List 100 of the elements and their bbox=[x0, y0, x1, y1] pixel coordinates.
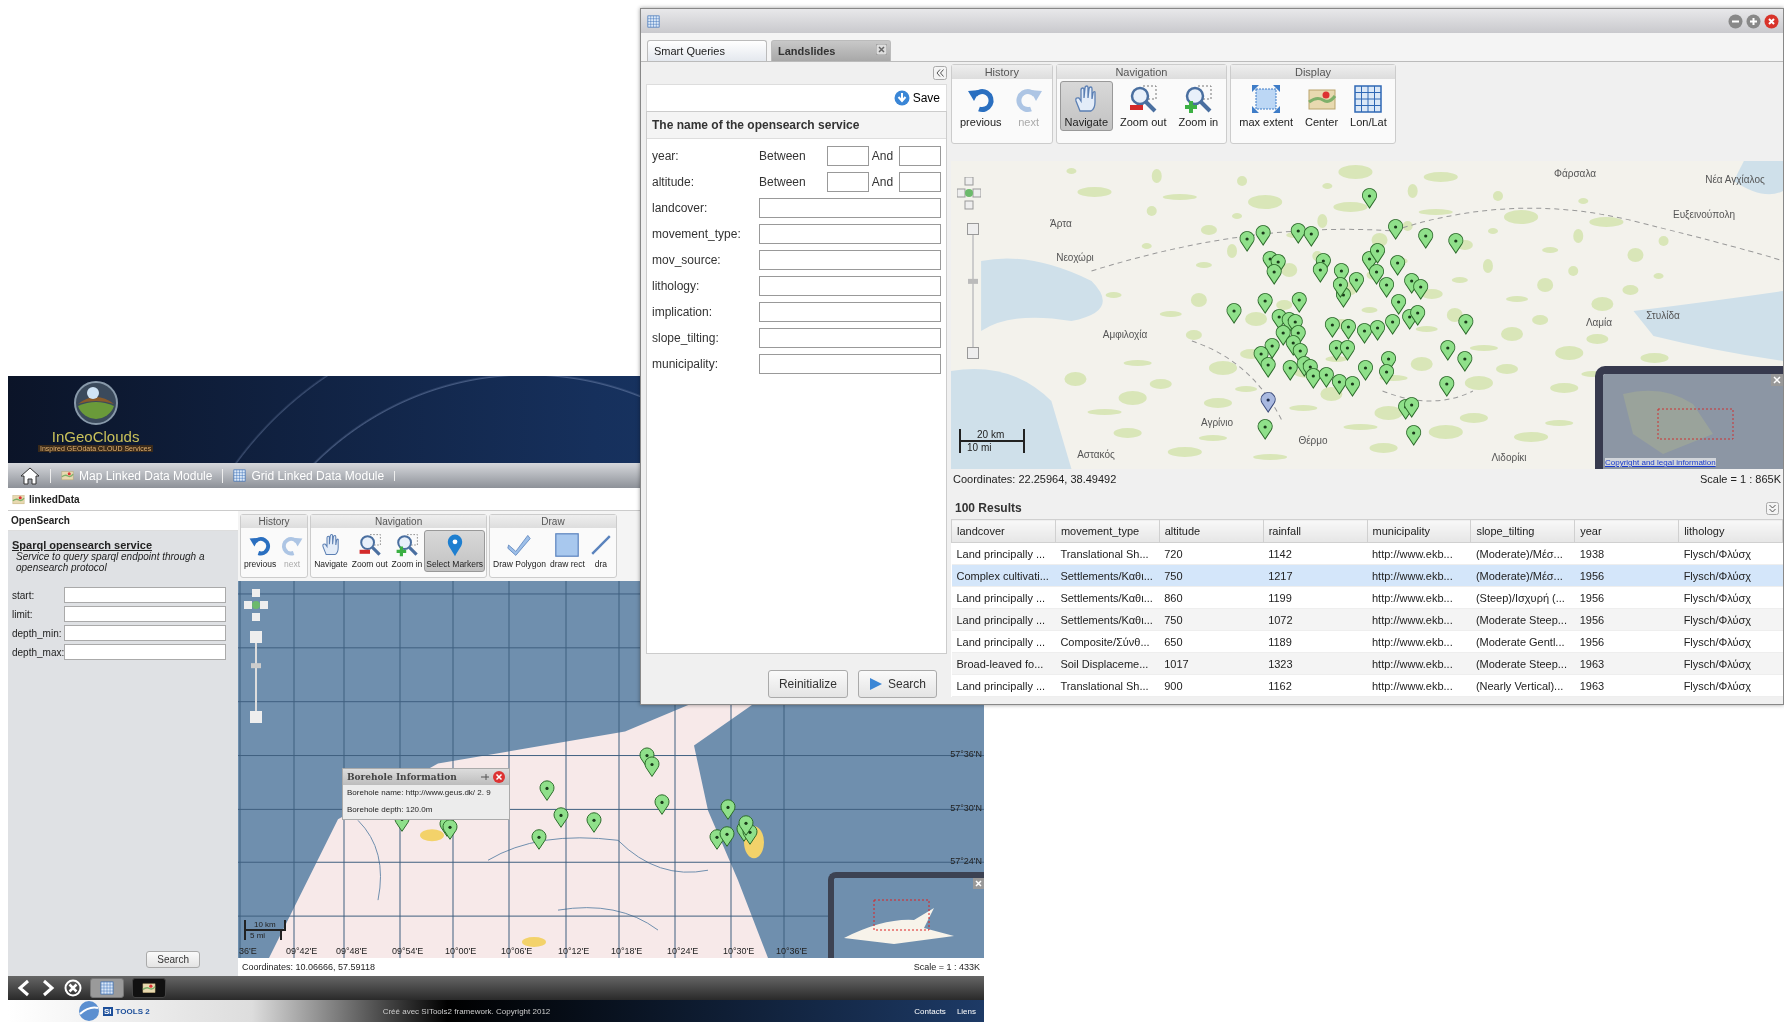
longitude-label: 10°12'E bbox=[558, 946, 590, 956]
field-label: implication: bbox=[652, 305, 714, 319]
table-cell: Settlements/Καθι... bbox=[1055, 564, 1160, 587]
scale-bar: 10 mi bbox=[959, 442, 1025, 453]
table-cell: 1956 bbox=[1574, 586, 1679, 609]
table-cell: 860 bbox=[1159, 586, 1264, 609]
panel-tab[interactable]: linkedData bbox=[29, 493, 80, 505]
toolbar-button[interactable]: Zoom out bbox=[1115, 81, 1172, 131]
logo-text: TOOLS 2 bbox=[115, 1006, 150, 1016]
longitude-label: 09°48'E bbox=[336, 946, 368, 956]
field-label: municipality: bbox=[652, 357, 720, 371]
toolbar-group-title: Draw bbox=[490, 515, 616, 528]
table-row[interactable]: Land principally ... Settlements/Καθι... 750 1072 http://www.ekb... (Moderate Steep... 1956 Flysch/Φλύσχ bbox=[951, 608, 1783, 631]
table-cell: Translational Sh... bbox=[1055, 674, 1160, 697]
table-cell: Flysch/Φλύσχ bbox=[1678, 630, 1783, 653]
table-cell: 750 bbox=[1159, 608, 1264, 631]
tab-label: Smart Queries bbox=[654, 45, 725, 57]
footer-link[interactable]: Contacts bbox=[914, 1006, 946, 1016]
search-button[interactable]: Search bbox=[857, 670, 937, 698]
column-header[interactable]: lithology bbox=[1678, 519, 1783, 543]
results-title: 100 Results bbox=[955, 501, 1022, 515]
place-label: Θέρμο bbox=[1298, 434, 1328, 446]
field-label: slope_tilting: bbox=[652, 331, 720, 345]
toolbar-button[interactable]: Navigate bbox=[312, 530, 350, 572]
place-label: Στυλίδα bbox=[1646, 309, 1680, 321]
table-cell: (Nearly Vertical)... bbox=[1470, 674, 1575, 697]
toolbar-button[interactable]: draw rect bbox=[547, 530, 587, 572]
toolbar-button[interactable]: Draw Polygon bbox=[491, 530, 548, 572]
longitude-label: 36'E bbox=[239, 946, 257, 956]
reset-button[interactable]: Reinitialize bbox=[767, 670, 848, 698]
longitude-label: 10°36'E bbox=[776, 946, 808, 956]
table-row[interactable]: Complex cultivati... Settlements/Καθι... 750 1217 http://www.ekb... (Moderate)/Μέσ... 1956 Flysch/Φλύσχ bbox=[951, 564, 1783, 587]
table-cell: Flysch/Φλύσχ bbox=[1678, 542, 1783, 565]
column-header[interactable]: landcover bbox=[951, 519, 1056, 543]
table-cell: (Steep)/Ισχυρή (... bbox=[1470, 586, 1575, 609]
longitude-label: 10°18'E bbox=[611, 946, 643, 956]
latitude-label: 57°24'N bbox=[950, 856, 982, 866]
column-header[interactable]: altitude bbox=[1159, 519, 1264, 543]
field-label: start: bbox=[12, 589, 36, 601]
field-label: movement_type: bbox=[652, 227, 742, 241]
table-cell: Translational Sh... bbox=[1055, 542, 1160, 565]
toolbar-button[interactable]: Select Markers bbox=[424, 530, 485, 572]
place-label: Αγρίνιο bbox=[1200, 416, 1234, 428]
toolbar-button[interactable]: Navigate bbox=[1059, 81, 1113, 131]
toolbar-button[interactable]: Zoom in bbox=[1173, 81, 1224, 131]
table-row[interactable]: Land principally ... Translational Sh... 900 1162 http://www.ekb... (Nearly Vertical)... 1963 Flysch/Φλύσχ bbox=[951, 674, 1783, 697]
popup-text: Borehole name: http://www.geus.dk/ 2. 9 bbox=[346, 787, 492, 799]
table-cell: Land principally ... bbox=[951, 674, 1056, 697]
place-label: Αμφιλοχία bbox=[1102, 328, 1148, 340]
tab[interactable]: Landslides bbox=[771, 40, 891, 61]
copyright-link[interactable]: Copyright and legal information bbox=[1605, 458, 1716, 467]
place-label: Άρτα bbox=[1050, 217, 1072, 229]
popup-text: Borehole depth: 120.0m bbox=[346, 804, 434, 816]
latitude-label: 57°30'N bbox=[950, 803, 982, 813]
table-cell: 1199 bbox=[1263, 586, 1367, 609]
toolbar-button[interactable]: Center bbox=[1300, 81, 1344, 131]
table-cell: 1217 bbox=[1263, 564, 1367, 587]
toolbar-group-title: Display bbox=[1231, 65, 1395, 79]
table-cell: Land principally ... bbox=[951, 586, 1056, 609]
tab[interactable]: Smart Queries bbox=[647, 40, 767, 61]
table-row[interactable]: Land principally ... Settlements/Καθι... 860 1199 http://www.ekb... (Steep)/Ισχυρή (... 1956 Flysch/Φλύσχ bbox=[951, 586, 1783, 609]
toolbar-button[interactable]: Zoom out bbox=[349, 530, 390, 572]
toolbar-button[interactable]: Lon/Lat bbox=[1345, 81, 1392, 131]
service-description: Service to query sparql endpoint through a opensearch protocol bbox=[16, 551, 206, 573]
column-header[interactable]: municipality bbox=[1367, 519, 1471, 543]
table-row[interactable]: Broad-leaved fo... Soil Displaceme... 1017 1323 http://www.ekb... (Moderate Steep... 1963 Flysch/Φλύσχ bbox=[951, 652, 1783, 675]
popup-title: Borehole Information bbox=[347, 772, 458, 782]
table-cell: http://www.ekb... bbox=[1367, 674, 1471, 697]
save-button[interactable]: Save bbox=[887, 89, 946, 107]
footer-link[interactable]: Liens bbox=[956, 1006, 976, 1016]
column-header[interactable]: slope_tilting bbox=[1470, 519, 1575, 543]
field-label: landcover: bbox=[652, 201, 709, 215]
toolbar-button[interactable]: previous bbox=[955, 81, 1007, 131]
table-cell: 1323 bbox=[1263, 652, 1367, 675]
table-cell: 750 bbox=[1159, 564, 1264, 587]
table-cell: 1072 bbox=[1263, 608, 1367, 631]
scale-bar: 10 km bbox=[244, 920, 286, 931]
table-cell: 1189 bbox=[1263, 630, 1367, 653]
table-cell: 900 bbox=[1159, 674, 1264, 697]
table-row[interactable]: Land principally ... Composite/Σύνθ... 650 1189 http://www.ekb... (Moderate Gentl... 1956 Flysch/Φλύσχ bbox=[951, 630, 1783, 653]
field-label: And bbox=[870, 149, 895, 163]
table-cell: http://www.ekb... bbox=[1367, 564, 1471, 587]
column-header[interactable]: movement_type bbox=[1055, 519, 1160, 543]
table-cell: Settlements/Καθι... bbox=[1055, 608, 1160, 631]
table-cell: 1956 bbox=[1574, 630, 1679, 653]
search-button[interactable]: Search bbox=[146, 951, 200, 968]
toolbar-button[interactable]: Zoom in bbox=[389, 530, 425, 572]
place-label: Νέα Αγχίαλος bbox=[1705, 173, 1765, 185]
toolbar-button[interactable]: max extent bbox=[1234, 81, 1299, 131]
column-header[interactable]: year bbox=[1574, 519, 1679, 543]
table-cell: http://www.ekb... bbox=[1367, 586, 1471, 609]
table-cell: http://www.ekb... bbox=[1367, 608, 1471, 631]
table-row[interactable]: Land principally ... Translational Sh... 720 1142 http://www.ekb... (Moderate)/Μέσ... 1938 Flysch/Φλύσχ bbox=[951, 542, 1783, 565]
place-label: Ευξεινούπολη bbox=[1673, 208, 1735, 220]
column-header[interactable]: rainfall bbox=[1263, 519, 1367, 543]
service-title: Sparql opensearch service bbox=[12, 539, 152, 551]
toolbar-button[interactable]: previous bbox=[242, 530, 279, 572]
table-cell: (Moderate Gentl... bbox=[1470, 630, 1575, 653]
table-cell: Settlements/Καθι... bbox=[1055, 586, 1160, 609]
toolbar-button[interactable]: dra bbox=[586, 530, 615, 572]
